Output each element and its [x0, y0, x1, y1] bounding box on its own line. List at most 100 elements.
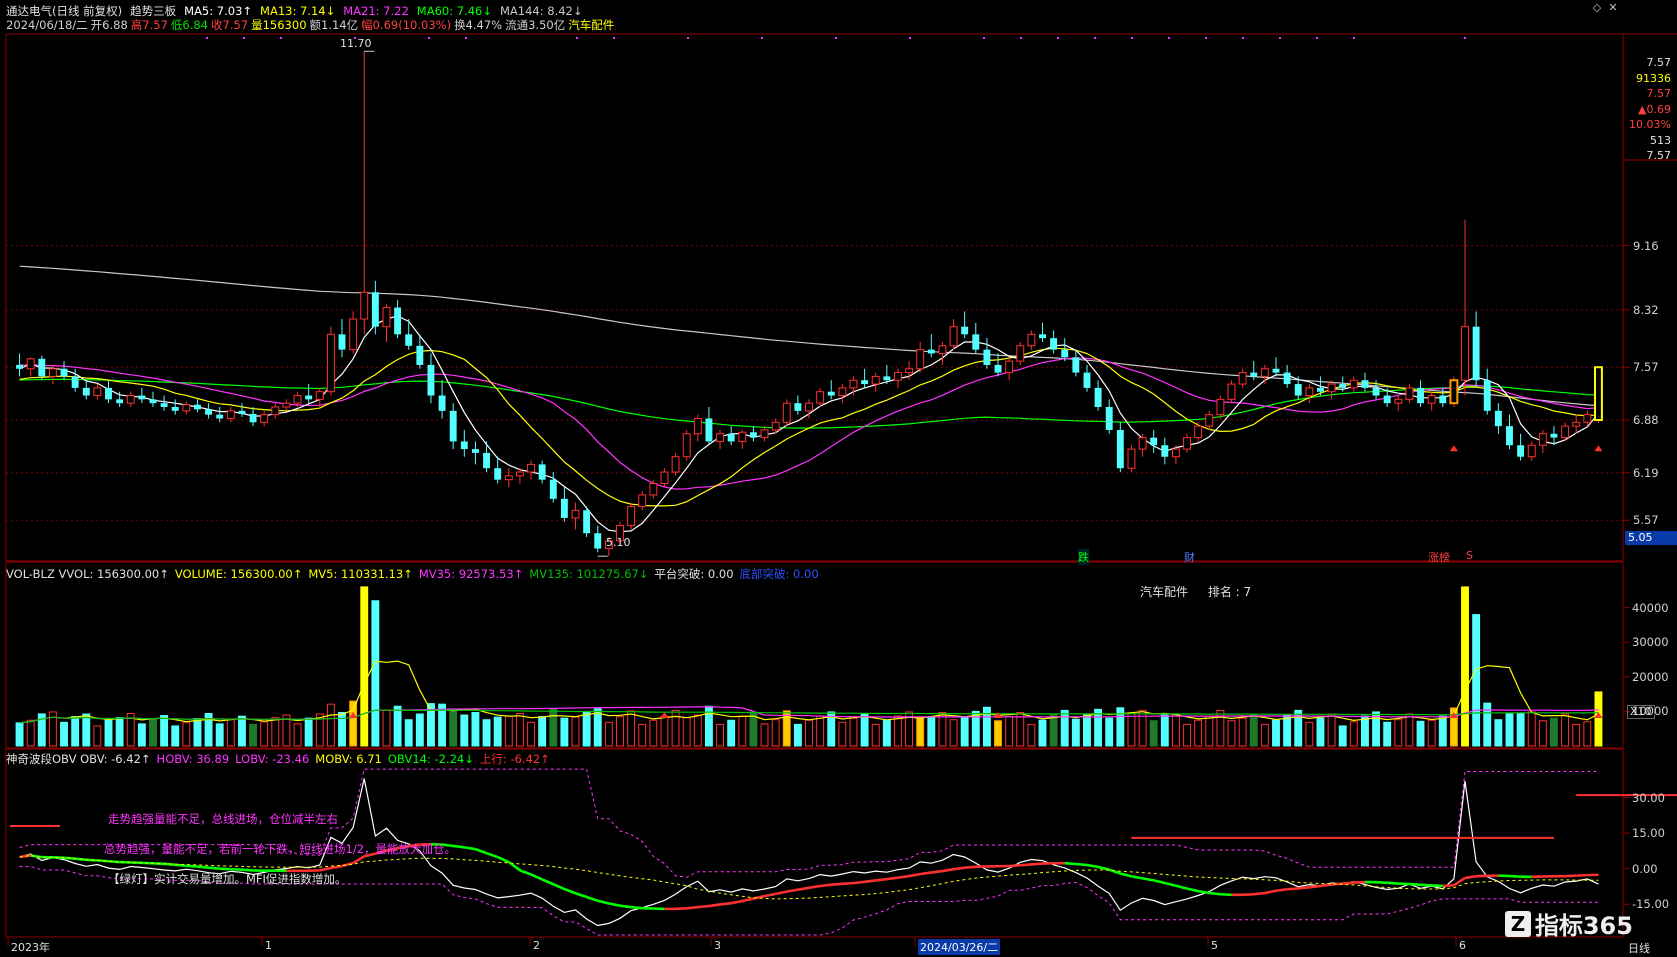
volume-bar — [750, 713, 757, 746]
candle-body — [672, 457, 679, 472]
volume-bar — [1006, 717, 1013, 746]
volume-bar — [1406, 714, 1413, 746]
ma13-line — [20, 348, 1599, 506]
candle-body — [405, 334, 412, 345]
time-tick-label: 3 — [714, 939, 721, 952]
volume-bar — [261, 722, 268, 746]
candle-body — [1373, 388, 1380, 396]
candle-body — [895, 373, 902, 381]
volume-bar — [783, 711, 790, 746]
obv14-segment — [1187, 889, 1198, 891]
volume-bar — [105, 719, 112, 746]
top-dot-marker — [280, 37, 282, 39]
price-tick-label: 7.57 — [1633, 360, 1659, 374]
volume-bar — [516, 713, 523, 746]
candle-body — [183, 405, 190, 411]
vhdr-item-2: MV5: 110331.13↑ — [308, 567, 412, 581]
obv14-segment — [876, 879, 887, 880]
volume-bar — [650, 720, 657, 746]
volume-bar — [1439, 716, 1446, 746]
obv14-segment — [1098, 867, 1109, 870]
top-dot-marker — [1020, 37, 1022, 39]
obv14-segment — [464, 847, 475, 849]
candle-body — [705, 418, 712, 441]
top-dot-marker — [1205, 37, 1207, 39]
volume-bar — [583, 711, 590, 746]
obv14-segment — [1243, 894, 1254, 895]
candle-body — [1028, 334, 1035, 345]
candle-body — [694, 418, 701, 433]
obv14-segment — [1076, 864, 1087, 865]
volume-bar — [16, 723, 23, 746]
obv14-segment — [1120, 873, 1131, 876]
volume-tick-label: 40000 — [1632, 601, 1669, 615]
candle-body — [105, 388, 112, 399]
candle-body — [1495, 411, 1502, 426]
top-dot-marker — [1316, 37, 1318, 39]
candle-body — [806, 403, 813, 411]
volume-bar — [1228, 721, 1235, 746]
obv14-segment — [1343, 883, 1354, 884]
obv14-segment — [475, 849, 486, 853]
volume-bar — [450, 711, 457, 746]
obv-note-1: 走势趋强量能不足，总线进场，仓位减半左右 — [108, 811, 338, 827]
top-dot-marker — [613, 37, 615, 39]
candle-body — [1161, 445, 1168, 456]
ohdr-item-4: OBV14: -2.24↓ — [388, 752, 474, 766]
candle-body — [1450, 380, 1457, 403]
candle-body — [1595, 367, 1602, 420]
current-price-box: 5.05 — [1625, 531, 1677, 545]
sector-rank: 排名 : 7 — [1208, 585, 1251, 599]
volume-bar — [928, 717, 935, 746]
volume-bar — [1361, 716, 1368, 746]
obv14-segment — [1465, 876, 1476, 878]
time-tick-label: 2 — [533, 939, 540, 952]
candle-body — [216, 415, 223, 419]
candle-body — [1573, 422, 1580, 426]
obv14-segment — [1387, 883, 1398, 884]
event-label-limit-up: 涨榜 — [1428, 549, 1450, 565]
obv14-segment — [553, 884, 564, 889]
volume-bar — [216, 724, 223, 746]
candle-body — [1551, 434, 1558, 438]
candle-body — [583, 510, 590, 533]
candle-body — [883, 376, 890, 380]
side-value-3: ▲0.69 — [1625, 102, 1677, 118]
ohdr-item-5: 上行: -6.42↑ — [480, 752, 550, 766]
candle-body — [972, 334, 979, 349]
obv14-segment — [1354, 882, 1365, 883]
volume-bar — [1261, 724, 1268, 746]
candle-body — [1562, 426, 1569, 437]
candle-body — [850, 380, 857, 388]
volume-bar — [116, 718, 123, 746]
price-tick-label: 6.88 — [1633, 413, 1659, 427]
obv14-segment — [186, 866, 197, 867]
obv14-segment — [831, 884, 842, 885]
obv14-segment — [1287, 888, 1298, 889]
obv14-segment — [631, 907, 642, 908]
volume-bar — [995, 721, 1002, 746]
top-dot-marker — [983, 37, 985, 39]
candle-body — [628, 506, 635, 525]
event-label-drop: 跌 — [1078, 549, 1089, 565]
top-dot-marker — [576, 37, 578, 39]
candle-body — [1184, 438, 1191, 449]
candle-body — [205, 409, 212, 414]
obv14-segment — [1165, 883, 1176, 886]
candle-body — [1539, 434, 1546, 445]
top-dot-marker — [1279, 37, 1281, 39]
candle-body — [1106, 407, 1113, 430]
event-label-s: S — [1466, 549, 1473, 562]
top-dot-marker — [206, 37, 208, 39]
volume-bar — [183, 723, 190, 746]
obv14-segment — [698, 906, 709, 907]
volume-bar — [1384, 722, 1391, 746]
volume-bar — [917, 718, 924, 746]
volume-bar — [861, 714, 868, 746]
candle-body — [1506, 426, 1513, 445]
volume-bar — [405, 720, 412, 746]
volume-arrow-icon — [660, 712, 668, 718]
candle-body — [728, 434, 735, 442]
candle-body — [1061, 350, 1068, 358]
obv14-segment — [520, 870, 531, 874]
